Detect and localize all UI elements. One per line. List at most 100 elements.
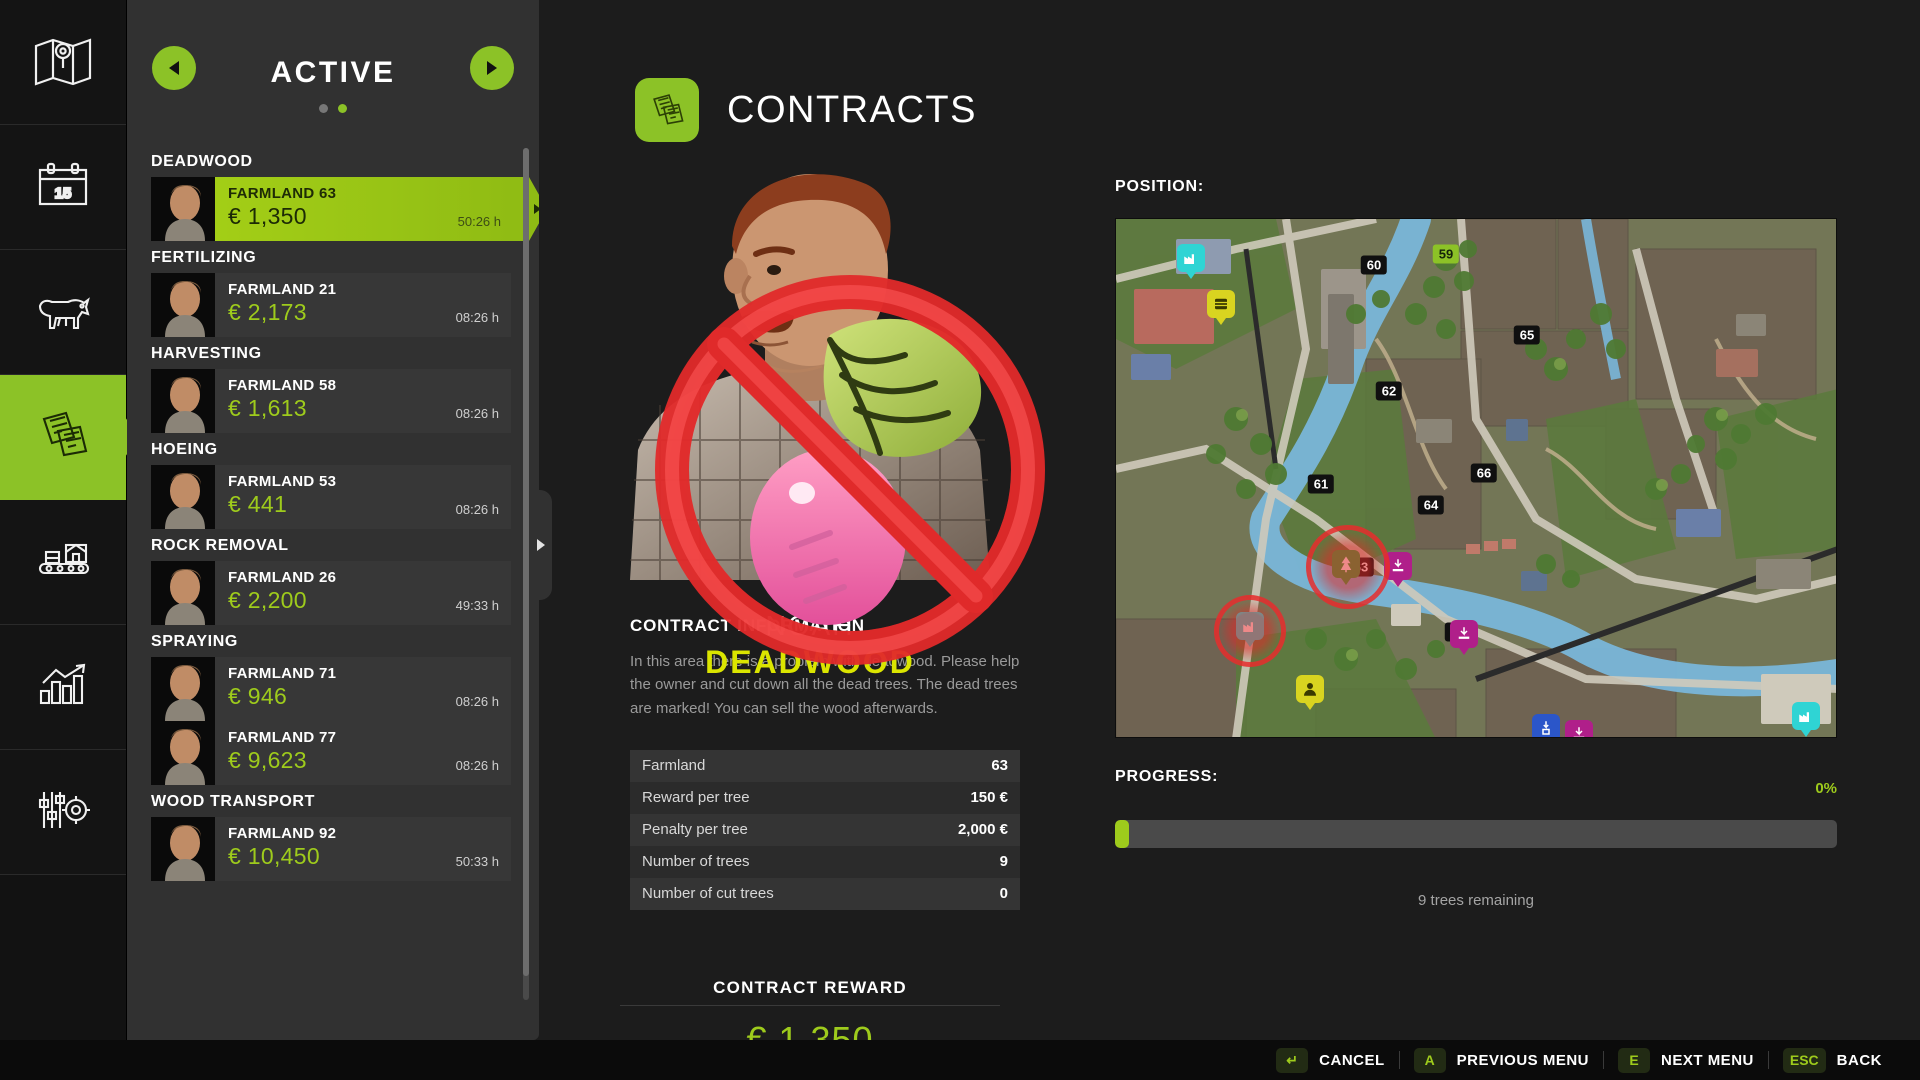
detail-key: Number of cut trees: [642, 885, 774, 903]
contract-list-item[interactable]: FARMLAND 71 € 946 08:26 h: [151, 657, 511, 721]
action-hint[interactable]: E NEXT MENU: [1604, 1047, 1768, 1073]
chart-icon: [32, 657, 94, 718]
contract-list-item[interactable]: FARMLAND 92 € 10,450 50:33 h: [151, 817, 511, 881]
contract-item-info: FARMLAND 21 € 2,173: [215, 273, 511, 337]
page-dot-active[interactable]: [338, 104, 347, 113]
progress-bar-fill: [1115, 820, 1129, 848]
npc-last-name: DEADWOOD: [705, 644, 915, 680]
avatar: [151, 561, 215, 625]
detail-key: Penalty per tree: [642, 821, 748, 839]
selection-arrow-icon: [534, 204, 539, 214]
contract-group-label: ROCK REMOVAL: [151, 537, 289, 554]
contract-group-label: FERTILIZING: [151, 249, 257, 266]
list-scrollbar[interactable]: [523, 148, 529, 1000]
detail-value: 63: [991, 757, 1008, 775]
sidebar-item-animals[interactable]: [0, 250, 126, 375]
contract-list-item[interactable]: FARMLAND 53 € 441 08:26 h: [151, 465, 511, 529]
settings-icon: [32, 782, 94, 843]
contract-farmland-name: FARMLAND 63: [228, 185, 337, 202]
contract-list-panel: ACTIVE DEADWOOD FARMLAND 63 € 1,350 50:26 h…: [127, 0, 539, 1040]
action-hint[interactable]: A PREVIOUS MENU: [1400, 1047, 1603, 1073]
next-category-button[interactable]: [470, 46, 514, 90]
contract-list-item[interactable]: FARMLAND 63 € 1,350 50:26 h: [151, 177, 539, 241]
contract-time: 08:26 h: [455, 310, 499, 325]
contract-list-item[interactable]: FARMLAND 26 € 2,200 49:33 h: [151, 561, 511, 625]
contract-time: 49:33 h: [455, 598, 499, 613]
map-field-number: 65: [1513, 325, 1541, 345]
page-dots: [127, 104, 539, 113]
list-header: ACTIVE: [127, 0, 539, 113]
contract-group-label: HARVESTING: [151, 345, 262, 362]
action-key: E: [1618, 1047, 1651, 1073]
map-view[interactable]: 605965626661646779686963: [1115, 218, 1837, 738]
contract-group-label: DEADWOOD: [151, 153, 253, 170]
contract-item-info: FARMLAND 92 € 10,450: [215, 817, 511, 881]
position-label: POSITION:: [1115, 178, 1204, 195]
scrollbar-thumb[interactable]: [523, 148, 529, 976]
map-icon-factory[interactable]: [1792, 702, 1820, 737]
page-dot[interactable]: [319, 104, 328, 113]
map-icon-factory[interactable]: [1177, 244, 1205, 279]
progress-section: PROGRESS: 0% 9 trees remaining: [1115, 768, 1837, 909]
progress-label: PROGRESS:: [1115, 768, 1219, 785]
map-icon-storage-blue[interactable]: [1532, 714, 1560, 737]
npc-name-block: NOAH DEADWOOD: [560, 610, 1060, 681]
contract-list-item[interactable]: FARMLAND 77 € 9,623 08:26 h: [151, 721, 511, 785]
contract-time: 50:26 h: [457, 214, 501, 229]
contract-group-label: HOEING: [151, 441, 218, 458]
contract-farmland-name: FARMLAND 92: [228, 825, 337, 842]
action-hint[interactable]: ESC BACK: [1769, 1047, 1896, 1073]
contract-item-info: FARMLAND 58 € 1,613: [215, 369, 511, 433]
progress-percent: 0%: [1815, 780, 1837, 797]
action-hint[interactable]: ↵ CANCEL: [1262, 1047, 1399, 1073]
contract-list-scroll[interactable]: DEADWOOD FARMLAND 63 € 1,350 50:26 h FERTILI…: [127, 145, 539, 1000]
avatar: [151, 465, 215, 529]
sidebar-item-calendar[interactable]: 15: [0, 125, 126, 250]
contract-detail-row: Penalty per tree 2,000 €: [630, 813, 1020, 846]
action-key: ESC: [1782, 1047, 1826, 1073]
sidebar-item-map[interactable]: [0, 0, 126, 125]
map-icon-npc-yellow[interactable]: [1296, 675, 1324, 710]
contract-time: 50:33 h: [455, 854, 499, 869]
contract-list-item[interactable]: FARMLAND 21 € 2,173 08:26 h: [151, 273, 511, 337]
contract-farmland-name: FARMLAND 71: [228, 665, 337, 682]
detail-key: Farmland: [642, 757, 706, 775]
map-field-number: 66: [1470, 463, 1498, 483]
map-highlight-target: [1306, 525, 1390, 609]
chevron-right-icon: [487, 61, 497, 75]
map-icon-sell-point-magenta[interactable]: [1450, 620, 1478, 655]
contract-list-item[interactable]: FARMLAND 58 € 1,613 08:26 h: [151, 369, 511, 433]
contract-group-label: SPRAYING: [151, 633, 238, 650]
map-highlight-secondary: [1214, 595, 1286, 667]
detail-value: 9: [999, 853, 1008, 871]
contract-detail-column: NOAH DEADWOOD CONTRACT INFORMATION In th…: [560, 150, 1060, 1061]
action-label: CANCEL: [1319, 1051, 1385, 1069]
action-label: NEXT MENU: [1661, 1051, 1754, 1069]
panel-expand-handle[interactable]: [530, 490, 552, 600]
contract-farmland-name: FARMLAND 21: [228, 281, 337, 298]
action-key: ↵: [1276, 1047, 1309, 1073]
detail-key: Reward per tree: [642, 789, 750, 807]
trees-remaining-text: 9 trees remaining: [1418, 892, 1534, 909]
map-icon-sell-point-magenta[interactable]: [1565, 720, 1593, 737]
cow-icon: [32, 282, 94, 343]
chevron-right-icon: [537, 539, 545, 551]
sidebar-item-production[interactable]: [0, 500, 126, 625]
avatar: [151, 817, 215, 881]
contract-reward-label: CONTRACT REWARD: [713, 977, 907, 997]
sidebar-item-contracts[interactable]: [0, 375, 126, 500]
previous-category-button[interactable]: [152, 46, 196, 90]
map-field-number: 64: [1417, 495, 1445, 515]
contract-time: 08:26 h: [455, 406, 499, 421]
main-content: CONTRACTS NOAH DEADWOOD CONTRACT INFORMA…: [560, 0, 1920, 1060]
sidebar-item-statistics[interactable]: [0, 625, 126, 750]
map-icon-shop[interactable]: [1207, 290, 1235, 325]
map-field-number: 62: [1375, 381, 1403, 401]
sidebar-item-settings[interactable]: [0, 750, 126, 875]
contract-farmland-name: FARMLAND 77: [228, 729, 337, 746]
contracts-icon: [635, 78, 699, 142]
contract-item-info: FARMLAND 26 € 2,200: [215, 561, 511, 625]
avatar: [151, 721, 215, 785]
contract-farmland-name: FARMLAND 53: [228, 473, 337, 490]
avatar: [151, 273, 215, 337]
